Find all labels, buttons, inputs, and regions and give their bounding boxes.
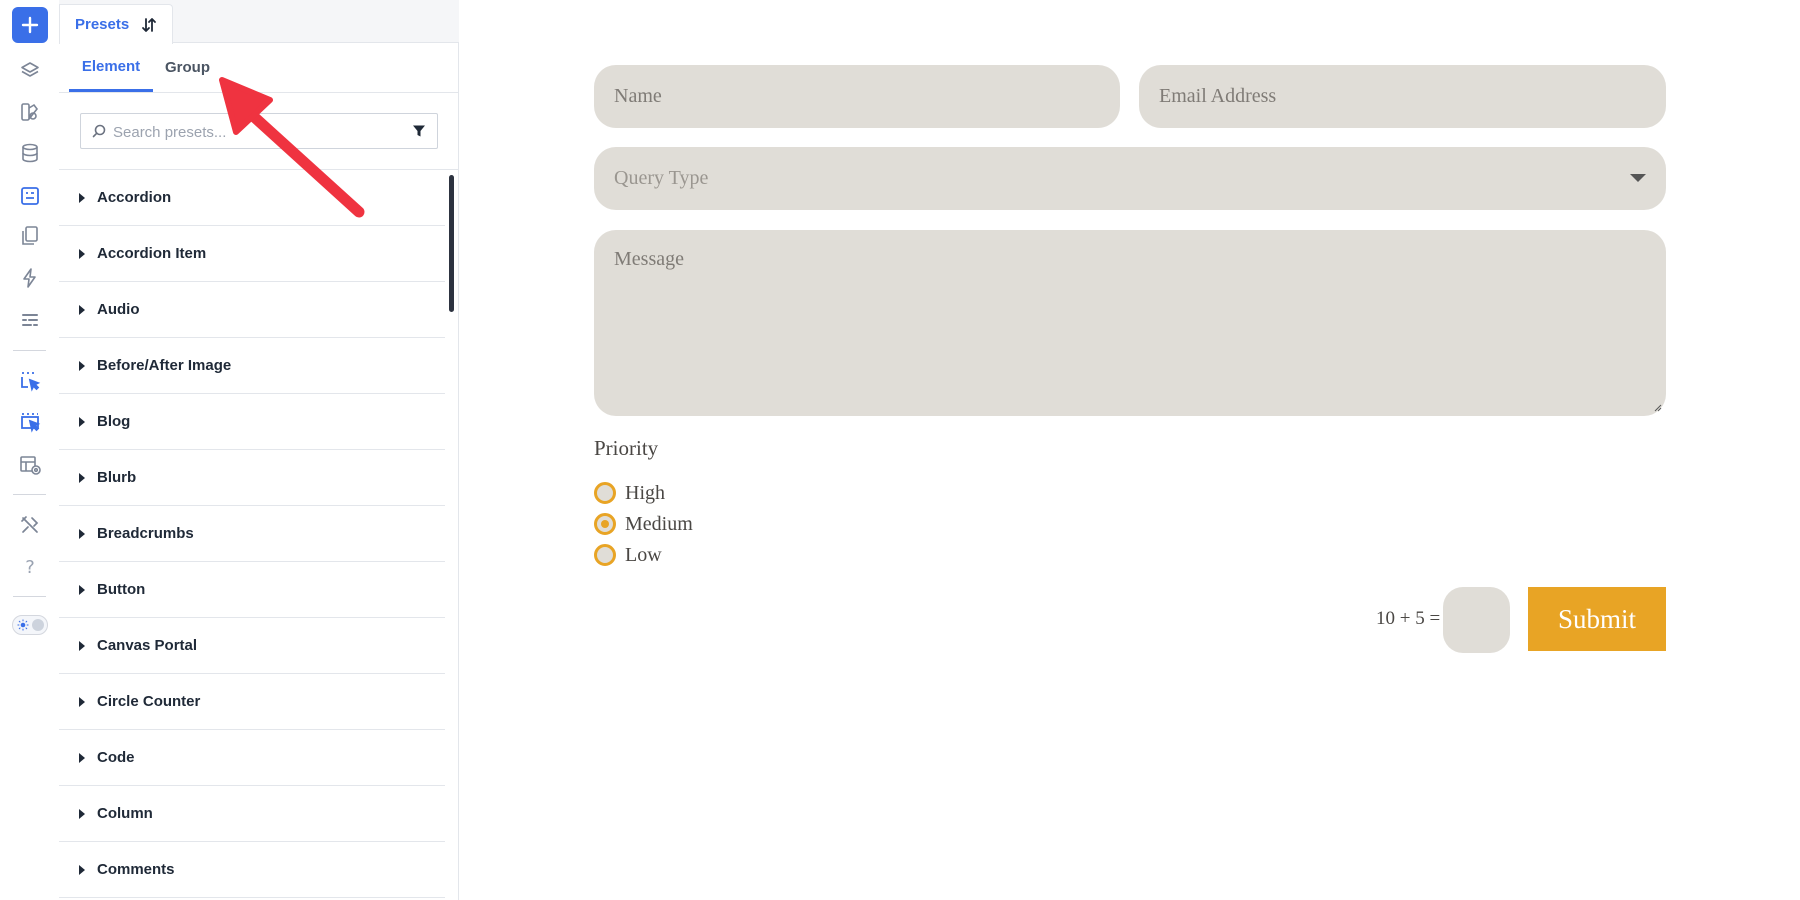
list-item-label: Column: [97, 805, 153, 822]
caret-right-icon: [79, 192, 85, 203]
caret-right-icon: [79, 808, 85, 819]
captcha-input[interactable]: [1443, 587, 1510, 653]
name-field[interactable]: [594, 65, 1120, 128]
canvas-area: [460, 0, 1800, 900]
list-item-label: Circle Counter: [97, 693, 201, 710]
list-item-label: Code: [97, 749, 135, 766]
list-item[interactable]: Canvas Portal: [59, 618, 445, 674]
list-item[interactable]: Accordion: [59, 170, 445, 226]
list-item[interactable]: Circle Counter: [59, 674, 445, 730]
submit-button[interactable]: Submit: [1528, 587, 1666, 651]
caret-right-icon: [79, 696, 85, 707]
scrollbar[interactable]: [449, 175, 454, 312]
presets-panel: Presets Element Group Accordion Accordio…: [59, 0, 459, 900]
form-icon[interactable]: [12, 178, 48, 214]
email-field[interactable]: [1139, 65, 1666, 128]
lightning-icon[interactable]: [12, 260, 48, 296]
radio-button[interactable]: [594, 513, 616, 535]
list-item-label: Audio: [97, 301, 140, 318]
radio-option-low[interactable]: Low: [594, 542, 662, 568]
caret-right-icon: [79, 864, 85, 875]
tools-icon[interactable]: [12, 507, 48, 543]
list-item-label: Before/After Image: [97, 357, 232, 374]
search-icon: [92, 124, 106, 138]
layers-icon[interactable]: [12, 53, 48, 89]
caret-right-icon: [79, 752, 85, 763]
list-item-label: Comments: [97, 861, 175, 878]
list-item[interactable]: Audio: [59, 282, 445, 338]
list-item[interactable]: Comments: [59, 842, 445, 898]
radio-button[interactable]: [594, 482, 616, 504]
copy-pages-icon[interactable]: [12, 218, 48, 254]
rail-divider: [13, 350, 46, 351]
theme-toggle[interactable]: [12, 615, 48, 635]
list-item-label: Blog: [97, 413, 131, 430]
icon-rail: ?: [0, 0, 60, 900]
subtab-element[interactable]: Element: [69, 43, 153, 92]
rail-divider: [13, 596, 46, 597]
list-item[interactable]: Button: [59, 562, 445, 618]
list-item-label: Blurb: [97, 469, 137, 486]
list-item[interactable]: Code: [59, 730, 445, 786]
list-item-label: Accordion Item: [97, 245, 207, 262]
list-item[interactable]: Column: [59, 786, 445, 842]
sort-icon[interactable]: [141, 17, 157, 33]
toggle-knob: [32, 619, 44, 631]
caret-right-icon: [79, 640, 85, 651]
caret-right-icon: [79, 360, 85, 371]
captcha-question: 10 + 5 =: [1376, 608, 1441, 629]
caret-right-icon: [79, 248, 85, 259]
list-item-label: Accordion: [97, 189, 172, 206]
radio-button[interactable]: [594, 544, 616, 566]
list-item[interactable]: Accordion Item: [59, 226, 445, 282]
list-item[interactable]: Blog: [59, 394, 445, 450]
shapes-icon[interactable]: [12, 94, 48, 130]
caret-right-icon: [79, 584, 85, 595]
radio-label: Medium: [625, 512, 693, 535]
sun-icon: [17, 619, 29, 631]
tab-presets-label: Presets: [75, 16, 130, 33]
filter-icon[interactable]: [412, 124, 426, 138]
rail-divider: [13, 494, 46, 495]
preset-list: Accordion Accordion Item Audio Before/Af…: [59, 170, 445, 900]
query-type-select[interactable]: Query Type: [594, 147, 1666, 210]
help-icon[interactable]: ?: [12, 549, 48, 585]
subtab-group[interactable]: Group: [155, 43, 220, 92]
radio-label: High: [625, 481, 665, 504]
search-presets-input[interactable]: [111, 114, 395, 150]
cursor-select-alt-icon[interactable]: [12, 405, 48, 441]
list-item[interactable]: Before/After Image: [59, 338, 445, 394]
panel-topbar: Presets: [59, 0, 459, 44]
sections-icon[interactable]: [12, 302, 48, 338]
list-item-label: Breadcrumbs: [97, 525, 194, 542]
list-item[interactable]: Blurb: [59, 450, 445, 506]
tab-presets[interactable]: Presets: [59, 4, 173, 44]
message-field[interactable]: Message: [594, 230, 1666, 416]
caret-right-icon: [79, 304, 85, 315]
list-item-label: Button: [97, 581, 146, 598]
preset-subtabs: Element Group: [59, 43, 459, 93]
chevron-down-icon: [1630, 174, 1646, 182]
cursor-select-icon[interactable]: [12, 364, 48, 400]
search-presets-box: [80, 113, 438, 150]
radio-option-high[interactable]: High: [594, 480, 665, 506]
radio-option-medium[interactable]: Medium: [594, 511, 693, 537]
resize-grip-icon[interactable]: [1652, 402, 1662, 412]
radio-label: Low: [625, 543, 662, 566]
message-placeholder: Message: [614, 248, 684, 270]
query-type-placeholder: Query Type: [614, 167, 709, 189]
caret-right-icon: [79, 416, 85, 427]
list-item-label: Canvas Portal: [97, 637, 198, 654]
list-item[interactable]: Breadcrumbs: [59, 506, 445, 562]
layout-preview-icon[interactable]: [12, 447, 48, 483]
add-icon[interactable]: [12, 7, 48, 43]
caret-right-icon: [79, 528, 85, 539]
database-icon[interactable]: [12, 135, 48, 171]
caret-right-icon: [79, 472, 85, 483]
priority-label: Priority: [594, 436, 659, 460]
